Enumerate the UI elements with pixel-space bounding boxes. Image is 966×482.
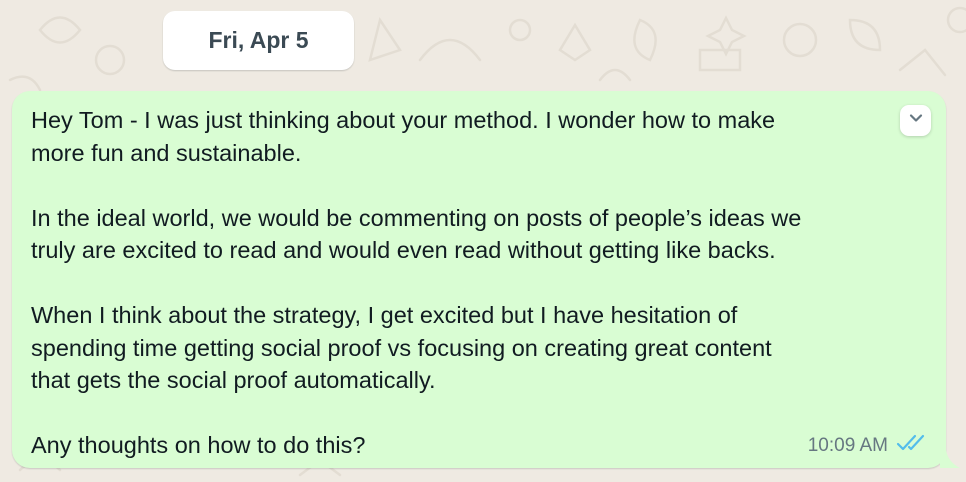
message-text: Hey Tom - I was just thinking about your… [31, 107, 802, 458]
bubble-tail [940, 450, 960, 468]
message-menu-button[interactable] [900, 105, 931, 136]
date-separator: Fri, Apr 5 [163, 11, 354, 70]
message-meta: 10:09 AM [808, 433, 926, 458]
message-time: 10:09 AM [807, 434, 888, 456]
date-separator-label: Fri, Apr 5 [208, 27, 309, 53]
double-check-read-icon [896, 433, 926, 458]
chevron-down-icon [907, 109, 925, 132]
outgoing-message-bubble[interactable]: Hey Tom - I was just thinking about your… [12, 91, 946, 468]
